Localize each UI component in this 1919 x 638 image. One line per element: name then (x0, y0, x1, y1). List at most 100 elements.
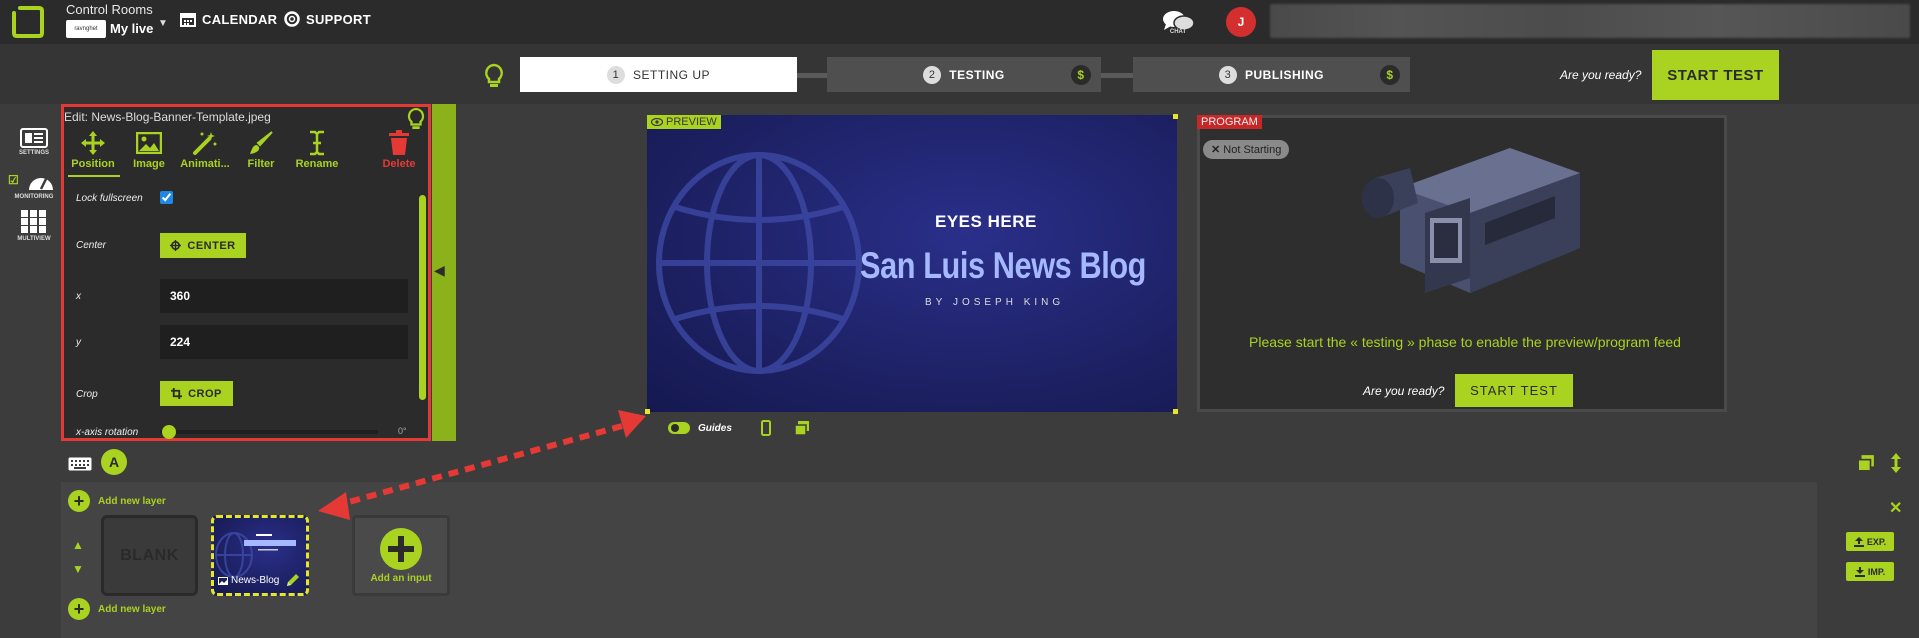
plus-icon (380, 528, 422, 570)
step-publishing[interactable]: 3 PUBLISHING $ (1133, 57, 1410, 92)
step-label: SETTING UP (632, 67, 710, 82)
nav-calendar-label: CALENDAR (202, 11, 278, 27)
step-number: 1 (606, 65, 625, 84)
resize-handle[interactable] (1173, 114, 1178, 119)
tool-delete[interactable]: Delete (371, 128, 427, 170)
crop-button-label: CROP (188, 387, 222, 400)
status-label: Not Starting (1223, 144, 1282, 156)
center-button[interactable]: CENTER (160, 233, 246, 258)
tool-image[interactable]: Image (121, 128, 177, 170)
sidebar-item-multiview[interactable]: MULTIVIEW (6, 210, 62, 242)
crosshair-icon (170, 240, 182, 251)
support-icon (284, 11, 300, 27)
x-label: x (76, 291, 81, 302)
import-label: IMP. (1867, 566, 1886, 577)
crop-label: Crop (76, 389, 98, 400)
start-test-button[interactable]: START TEST (1652, 50, 1779, 100)
guides-label: Guides (698, 422, 732, 434)
layer-selector-a[interactable]: A (101, 449, 127, 475)
rotation-slider-track[interactable] (160, 430, 378, 434)
expand-vertical-icon[interactable] (1890, 453, 1902, 473)
tool-label: Position (71, 158, 115, 170)
import-icon (1854, 566, 1865, 577)
copy-icon[interactable] (794, 420, 810, 436)
center-label: Center (76, 240, 107, 251)
step-setting-up[interactable]: 1 SETTING UP (520, 57, 797, 92)
thumbnail-name: News-Blog (231, 575, 280, 586)
guides-toggle[interactable] (668, 422, 690, 434)
export-icon (1853, 536, 1864, 547)
tool-rename[interactable]: Rename (289, 128, 345, 170)
rotation-slider-handle[interactable] (162, 425, 176, 439)
copy-icon[interactable] (1857, 454, 1875, 472)
add-layer-label: Add new layer (98, 495, 166, 507)
trash-icon (389, 130, 409, 155)
user-avatar[interactable]: J (1226, 7, 1256, 37)
eye-icon (651, 118, 663, 126)
image-icon (218, 576, 228, 585)
tool-label: Animati... (180, 158, 230, 170)
layers-area (61, 482, 1817, 638)
add-layer-button-top[interactable]: + Add new layer (68, 490, 166, 512)
ready-prompt: Are you ready? (1363, 384, 1445, 398)
keyboard-icon[interactable] (68, 457, 92, 471)
thumbnail-label: News-Blog (218, 575, 279, 586)
lightbulb-icon[interactable] (483, 63, 505, 89)
import-button[interactable]: IMP. (1846, 562, 1894, 581)
brand-name[interactable]: My live (110, 21, 153, 36)
video-camera-illustration (1362, 148, 1580, 293)
blank-input[interactable]: BLANK (101, 515, 198, 596)
sidebar-item-monitoring[interactable]: ☑ MONITORING (6, 170, 62, 200)
lock-fullscreen-checkbox[interactable] (160, 191, 173, 204)
program-message: Please start the « testing » phase to en… (1249, 334, 1681, 350)
nav-support[interactable]: SUPPORT (284, 11, 371, 27)
x-input[interactable]: 360 (160, 279, 408, 313)
layer-header (0, 444, 1919, 482)
edit-panel-scrollbar[interactable] (419, 195, 426, 400)
banner-eyes-text: EYES HERE (935, 212, 1037, 231)
export-button[interactable]: EXP. (1846, 532, 1894, 551)
edit-panel-title: Edit: News-Blog-Banner-Template.jpeg (64, 110, 271, 124)
step-label: TESTING (949, 67, 1005, 82)
tool-animation[interactable]: Animati... (177, 128, 233, 170)
center-button-label: CENTER (187, 239, 236, 252)
crop-button[interactable]: CROP (160, 381, 233, 406)
step-testing[interactable]: 2 TESTING $ (827, 57, 1101, 92)
chevron-left-icon[interactable]: ◀ (434, 262, 445, 279)
brush-icon (250, 131, 273, 154)
tool-filter[interactable]: Filter (233, 128, 289, 170)
pencil-icon[interactable] (285, 572, 301, 588)
nav-calendar[interactable]: CALENDAR (180, 11, 277, 27)
text-cursor-icon (310, 130, 324, 156)
brand-title: Control Rooms (66, 2, 153, 17)
resize-handle[interactable] (1173, 409, 1178, 414)
mobile-icon[interactable] (760, 420, 772, 436)
step-label: PUBLISHING (1244, 67, 1324, 82)
close-icon[interactable]: ✕ (1889, 498, 1902, 518)
program-canvas (1197, 115, 1727, 412)
y-label: y (76, 337, 81, 348)
nav-support-label: SUPPORT (306, 11, 371, 27)
tool-label: Filter (247, 158, 275, 170)
tool-label: Rename (295, 158, 339, 170)
lock-fullscreen-label: Lock fullscreen (76, 193, 143, 204)
tool-position[interactable]: Position (65, 128, 121, 170)
sidebar-item-settings[interactable]: SETTINGS (6, 128, 62, 156)
magic-wand-icon (193, 132, 217, 155)
move-up-icon[interactable]: ▲ (72, 538, 84, 552)
dollar-icon: $ (1071, 65, 1091, 85)
y-input[interactable]: 224 (160, 325, 408, 359)
chevron-down-icon[interactable]: ▼ (158, 18, 168, 29)
step-connector (797, 73, 827, 78)
resize-handle[interactable] (645, 409, 650, 414)
app-logo-icon[interactable] (10, 5, 46, 39)
calendar-icon (180, 13, 196, 27)
sidebar-label: MULTIVIEW (17, 236, 51, 242)
move-down-icon[interactable]: ▼ (72, 562, 84, 576)
start-test-button[interactable]: START TEST (1455, 374, 1573, 407)
plus-icon: + (68, 598, 90, 620)
preview-tag: PREVIEW (647, 115, 721, 129)
move-arrows-icon (81, 131, 105, 155)
image-icon (136, 132, 162, 154)
add-layer-button-bottom[interactable]: + Add new layer (68, 598, 166, 620)
